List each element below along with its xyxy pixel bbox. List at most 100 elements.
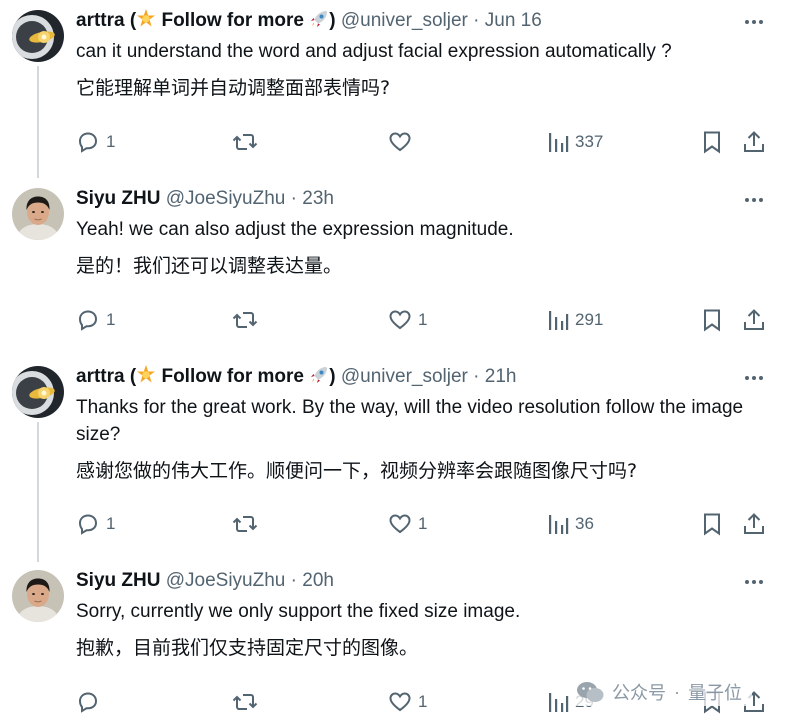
author-name[interactable]: arttra ( Follow for more ) bbox=[76, 9, 336, 31]
author-name[interactable]: Siyu ZHU bbox=[76, 188, 160, 209]
reply-icon bbox=[78, 310, 98, 331]
bookmark-icon bbox=[704, 309, 720, 332]
share-icon bbox=[744, 309, 764, 330]
tweet-header: arttra ( Follow for more ) @univer_solje… bbox=[76, 8, 542, 34]
retweet-button[interactable] bbox=[232, 128, 264, 156]
bookmark-button[interactable] bbox=[702, 128, 722, 156]
tweet-text-cn: 是的！我们还可以调整表达量。 bbox=[76, 255, 343, 277]
author-handle[interactable]: @univer_soljer bbox=[341, 10, 468, 31]
sun-star-icon bbox=[137, 365, 156, 383]
sun-star-icon bbox=[137, 9, 156, 27]
reply-button[interactable] bbox=[76, 688, 106, 716]
like-count: 1 bbox=[418, 514, 428, 533]
retweet-icon bbox=[232, 694, 258, 710]
reply-count: 1 bbox=[106, 132, 116, 151]
galaxy-avatar[interactable] bbox=[12, 10, 64, 62]
tweet-header: Siyu ZHU @JoeSiyuZhu · 20h bbox=[76, 568, 334, 594]
share-button[interactable] bbox=[742, 128, 766, 156]
separator-dot: · bbox=[290, 188, 297, 209]
tweet-text-cn: 抱歉，目前我们仅支持固定尺寸的图像。 bbox=[76, 637, 419, 659]
timestamp[interactable]: 20h bbox=[302, 570, 334, 591]
view-count: 337 bbox=[575, 132, 604, 151]
author-name[interactable]: Siyu ZHU bbox=[76, 570, 160, 591]
action-bar: 1 1 36 bbox=[76, 510, 768, 538]
views-chart-icon bbox=[549, 515, 569, 534]
tweet-text-en: Thanks for the great work. By the way, w… bbox=[76, 397, 744, 445]
share-button[interactable] bbox=[742, 306, 766, 334]
bookmark-icon bbox=[704, 131, 720, 154]
retweet-button[interactable] bbox=[232, 306, 264, 334]
retweet-button[interactable] bbox=[232, 688, 264, 716]
more-dots-icon bbox=[745, 580, 763, 584]
bookmark-button[interactable] bbox=[702, 306, 722, 334]
like-count: 1 bbox=[418, 310, 428, 329]
retweet-icon bbox=[232, 516, 258, 532]
views-chart-icon bbox=[549, 693, 569, 712]
tweet-text-en: can it understand the word and adjust fa… bbox=[76, 41, 672, 62]
tweet-header: Siyu ZHU @JoeSiyuZhu · 23h bbox=[76, 186, 334, 212]
timestamp[interactable]: 23h bbox=[302, 188, 334, 209]
heart-icon bbox=[389, 310, 411, 330]
views-chart-icon bbox=[549, 311, 569, 330]
reply-icon bbox=[78, 132, 98, 153]
timestamp[interactable]: Jun 16 bbox=[485, 10, 542, 31]
share-icon bbox=[744, 513, 764, 534]
person-avatar[interactable] bbox=[12, 188, 64, 240]
tweet-text-cn: 感谢您做的伟大工作。顺便问一下，视频分辨率会跟随图像尺寸吗? bbox=[76, 460, 638, 482]
like-button[interactable]: 1 bbox=[388, 306, 427, 334]
reply-count: 1 bbox=[106, 310, 116, 329]
thread-connector bbox=[37, 422, 39, 562]
author-name[interactable]: arttra ( Follow for more ) bbox=[76, 365, 336, 387]
author-handle[interactable]: @JoeSiyuZhu bbox=[166, 188, 286, 209]
view-count: 36 bbox=[575, 514, 594, 533]
wechat-watermark: 公众号 · 量子位 bbox=[576, 678, 752, 706]
tweet-text-en: Sorry, currently we only support the fix… bbox=[76, 601, 521, 622]
rocket-icon bbox=[311, 11, 328, 27]
heart-icon bbox=[389, 692, 411, 712]
action-bar: 1 337 bbox=[76, 128, 768, 156]
person-avatar[interactable] bbox=[12, 570, 64, 622]
share-button[interactable] bbox=[742, 510, 766, 538]
like-count: 1 bbox=[418, 692, 428, 711]
reply-icon bbox=[78, 692, 98, 713]
views-button[interactable]: 36 bbox=[547, 510, 594, 538]
timestamp[interactable]: 21h bbox=[485, 366, 517, 387]
heart-icon bbox=[389, 514, 411, 534]
like-button[interactable]: 1 bbox=[388, 510, 427, 538]
separator-dot: · bbox=[473, 10, 480, 31]
more-options-button[interactable] bbox=[742, 190, 766, 210]
rocket-icon bbox=[311, 367, 328, 383]
separator-dot: · bbox=[473, 366, 480, 387]
tweet-header: arttra ( Follow for more ) @univer_solje… bbox=[76, 364, 516, 390]
action-bar: 1 1 291 bbox=[76, 306, 768, 334]
views-button[interactable]: 291 bbox=[547, 306, 603, 334]
watermark-label-a: 公众号 bbox=[612, 683, 666, 704]
galaxy-avatar[interactable] bbox=[12, 366, 64, 418]
reply-icon bbox=[78, 514, 98, 535]
retweet-icon bbox=[232, 134, 258, 150]
more-options-button[interactable] bbox=[742, 368, 766, 388]
wechat-icon bbox=[577, 682, 604, 702]
more-options-button[interactable] bbox=[742, 572, 766, 592]
separator-dot: · bbox=[290, 570, 297, 591]
views-chart-icon bbox=[549, 133, 569, 152]
watermark-dot: · bbox=[674, 681, 680, 702]
views-button[interactable]: 337 bbox=[547, 128, 603, 156]
tweet-text-cn: 它能理解单词并自动调整面部表情吗? bbox=[76, 77, 391, 99]
watermark-label-b: 量子位 bbox=[688, 683, 742, 704]
bookmark-button[interactable] bbox=[702, 510, 722, 538]
more-dots-icon bbox=[745, 376, 763, 380]
author-handle[interactable]: @univer_soljer bbox=[341, 366, 468, 387]
reply-button[interactable]: 1 bbox=[76, 128, 115, 156]
reply-button[interactable]: 1 bbox=[76, 306, 115, 334]
like-button[interactable]: 1 bbox=[388, 688, 427, 716]
reply-button[interactable]: 1 bbox=[76, 510, 115, 538]
share-icon bbox=[744, 131, 764, 152]
like-button[interactable] bbox=[388, 128, 418, 156]
more-options-button[interactable] bbox=[742, 12, 766, 32]
retweet-button[interactable] bbox=[232, 510, 264, 538]
tweet-text-en: Yeah! we can also adjust the expression … bbox=[76, 219, 514, 240]
reply-thread: arttra ( Follow for more ) @univer_solje… bbox=[0, 0, 786, 722]
more-dots-icon bbox=[745, 198, 763, 202]
author-handle[interactable]: @JoeSiyuZhu bbox=[166, 570, 286, 591]
